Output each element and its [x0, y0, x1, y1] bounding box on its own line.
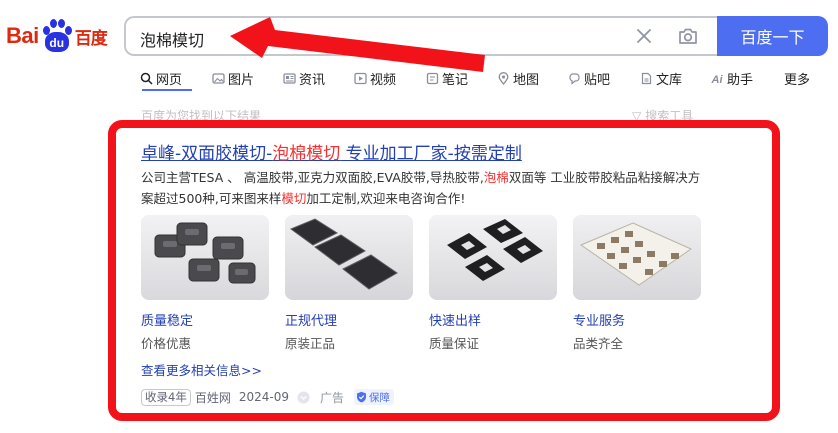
tab-notes[interactable]: 笔记	[426, 69, 497, 88]
product-image-black-sheets[interactable]	[285, 215, 413, 300]
tab-wenku[interactable]: 文库	[640, 69, 711, 88]
active-tab-indicator	[142, 89, 192, 91]
camera-icon[interactable]	[677, 25, 699, 47]
tab-label: 资讯	[299, 72, 326, 88]
tab-label: 助手	[727, 72, 754, 88]
tab-video[interactable]: 视频	[354, 69, 426, 88]
tab-assistant[interactable]: Ai 助手	[711, 69, 784, 88]
search-input[interactable]: 泡棉模切	[140, 27, 204, 51]
logo-text-cn: 百度	[74, 28, 108, 49]
product-image-foam-blocks[interactable]	[141, 215, 269, 300]
feature-subtitle: 质量保证	[429, 336, 480, 351]
desc-text: 公司主营TESA 、 高温胶带,亚克力双面胶,EVA胶带,导热胶带,	[141, 170, 484, 185]
source-site[interactable]: 百姓网	[195, 389, 231, 406]
ad-footer: 收录4年 百姓网 2024-09 广告 保障	[141, 388, 394, 406]
tab-map[interactable]: 地图	[497, 69, 568, 88]
tab-tieba[interactable]: 贴吧	[568, 69, 640, 88]
dropdown-circle-icon[interactable]	[297, 391, 310, 404]
search-tabs: 网页 图片 资讯 视频 笔记 地图 贴吧 文库 Ai 助手 更多	[140, 68, 810, 88]
feature-title[interactable]: 质量稳定	[141, 310, 193, 329]
image-icon	[212, 72, 225, 84]
tab-label: 图片	[228, 72, 255, 88]
tab-label: 笔记	[442, 72, 469, 88]
baidu-logo[interactable]: Bai du 百度	[6, 16, 108, 56]
ad-title-part1: 卓峰-双面胶模切-	[141, 144, 273, 164]
tab-label: 地图	[513, 72, 540, 88]
news-icon	[283, 72, 296, 84]
feature-title[interactable]: 正规代理	[285, 310, 337, 329]
ad-title-part2: 专业加工厂家-按需定制	[340, 144, 522, 164]
tab-label: 更多	[784, 72, 811, 88]
baidu-search-page: Bai du 百度 泡棉模切 百度一下 网页 图片 资讯 视频 笔记 地图 贴吧…	[0, 0, 838, 433]
ad-date: 2024-09	[238, 390, 289, 404]
feature-title[interactable]: 快速出样	[429, 310, 481, 329]
ad-title-link[interactable]: 卓峰-双面胶模切-泡棉模切 专业加工厂家-按需定制	[141, 139, 522, 164]
protection-badge[interactable]: 保障	[354, 389, 394, 405]
ad-title-highlight: 泡棉模切	[272, 144, 341, 164]
logo-text-du: du	[49, 36, 65, 50]
video-icon	[354, 72, 367, 84]
ai-icon: Ai	[711, 74, 723, 85]
tab-web[interactable]: 网页	[140, 69, 212, 88]
feature-subtitle: 原装正品	[285, 336, 336, 351]
tab-label: 文库	[656, 72, 683, 88]
tab-images[interactable]: 图片	[212, 69, 283, 88]
desc-highlight: 模切	[281, 191, 307, 206]
clear-icon[interactable]	[634, 26, 654, 46]
search-button[interactable]: 百度一下	[717, 16, 828, 56]
tab-news[interactable]: 资讯	[283, 69, 354, 88]
desc-text: 加工定制,欢迎来电咨询合作!	[306, 191, 466, 206]
feature-subtitle: 价格优惠	[141, 336, 192, 351]
map-pin-icon	[498, 71, 509, 85]
note-icon	[426, 72, 439, 84]
tab-label: 视频	[370, 72, 397, 88]
tab-label: 网页	[156, 72, 183, 88]
tieba-icon	[569, 72, 580, 85]
shield-icon	[357, 391, 366, 403]
ad-label: 广告	[319, 390, 344, 405]
doc-icon	[641, 72, 652, 84]
svg-text:Ai: Ai	[711, 74, 723, 85]
tab-label: 贴吧	[584, 72, 611, 88]
feature-title[interactable]: 专业服务	[573, 310, 625, 329]
more-info-link[interactable]: 查看更多相关信息>>	[141, 360, 262, 379]
tab-more[interactable]: 更多	[784, 69, 810, 88]
product-image-gaskets[interactable]	[429, 215, 557, 300]
feature-subtitle: 品类齐全	[573, 336, 624, 351]
search-box[interactable]: 泡棉模切	[124, 16, 720, 56]
indexed-years-badge: 收录4年	[141, 388, 191, 406]
ad-description: 公司主营TESA 、 高温胶带,亚克力双面胶,EVA胶带,导热胶带,泡棉双面等 …	[141, 167, 701, 209]
product-image-die-cut-roll[interactable]	[573, 215, 701, 300]
desc-highlight: 泡棉	[483, 170, 509, 185]
protection-label: 保障	[369, 391, 390, 404]
search-icon	[140, 72, 153, 85]
logo-text-bai: Bai	[6, 23, 39, 48]
paw-icon: du	[40, 17, 74, 55]
